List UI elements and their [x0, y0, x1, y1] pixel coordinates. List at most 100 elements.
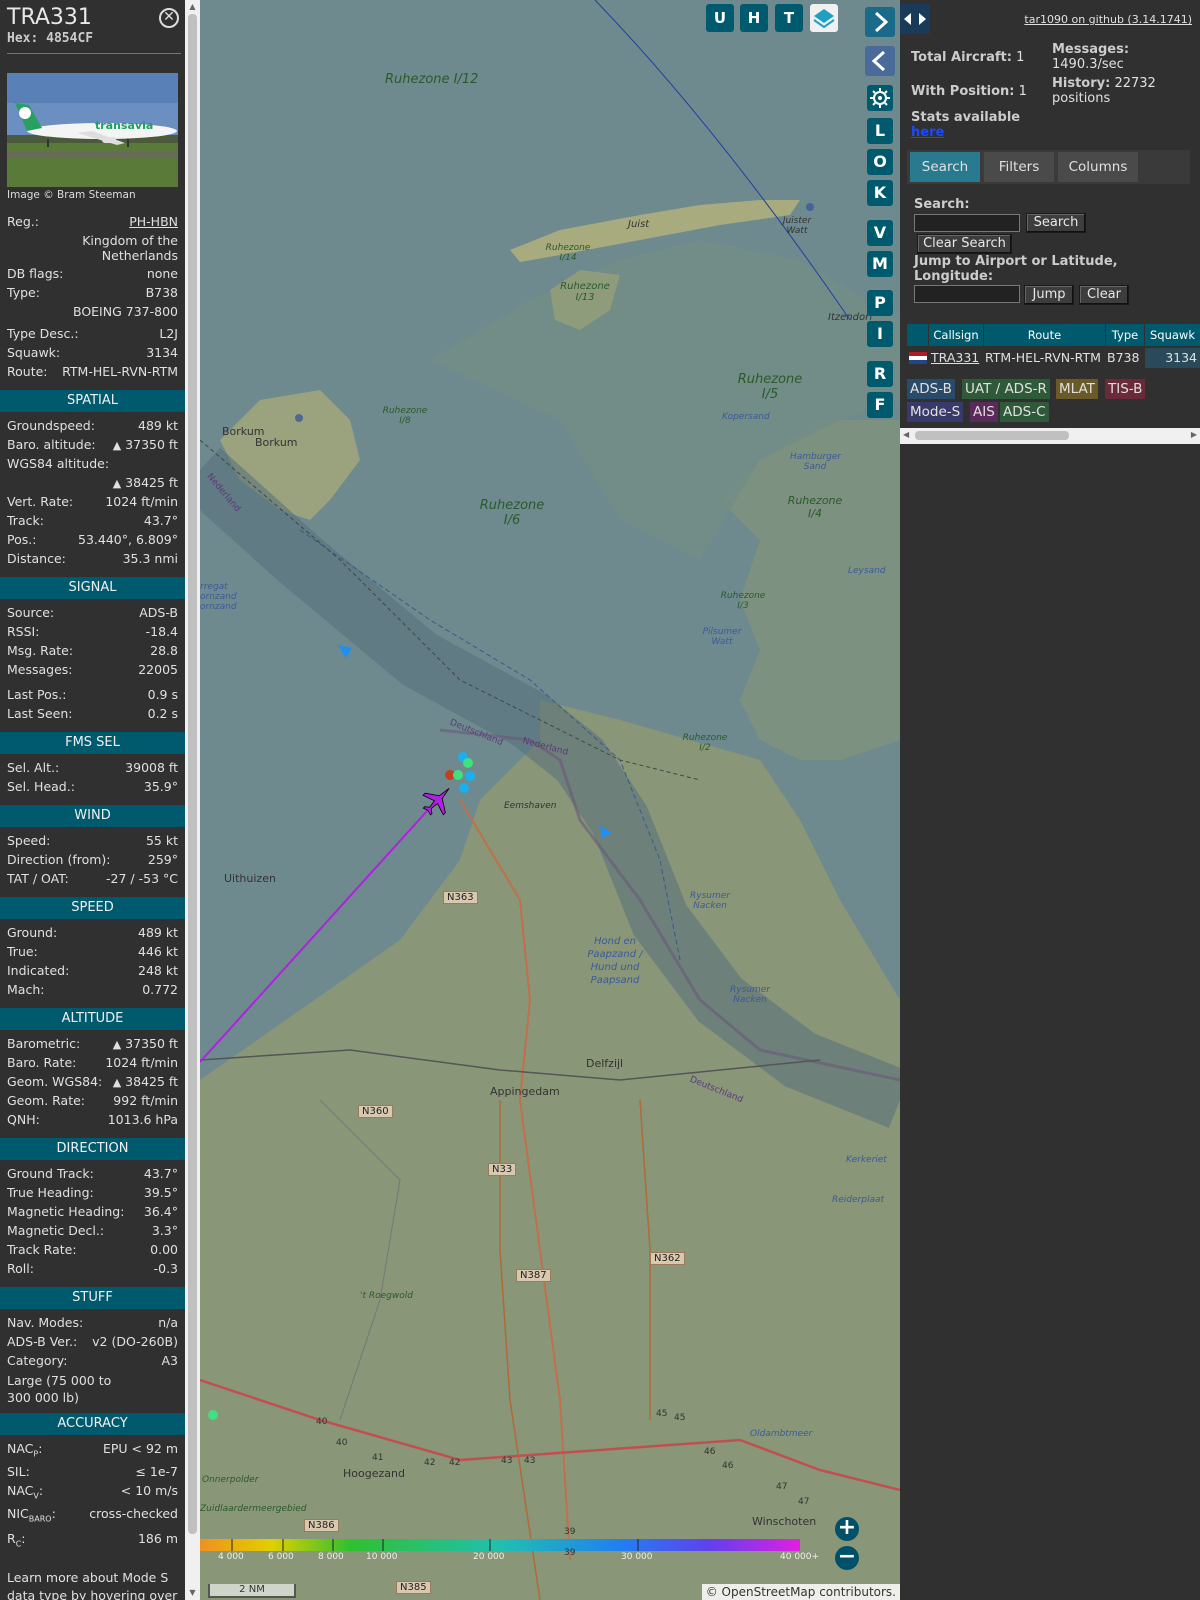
search-button[interactable]: Search: [1026, 213, 1086, 233]
scroll-up-icon[interactable]: ▲: [188, 2, 197, 11]
search-input[interactable]: [914, 214, 1020, 232]
map-label: Borkum: [255, 436, 298, 449]
settings-gear-icon[interactable]: [867, 85, 893, 111]
total-aircraft: Total Aircraft: 1: [911, 50, 1025, 65]
fms-row: Sel. Alt.: 39008 ft: [7, 760, 178, 775]
with-position: With Position: 1: [911, 84, 1027, 99]
zoom-out-button[interactable]: −: [835, 1546, 859, 1570]
button-m[interactable]: M: [867, 251, 893, 277]
expand-right-icon[interactable]: [865, 7, 895, 37]
header-callsign[interactable]: Callsign: [929, 324, 983, 346]
section-spatial: SPATIAL: [0, 390, 185, 412]
climb-arrow-icon: ▲: [112, 1038, 122, 1051]
zoom-in-button[interactable]: +: [835, 1517, 859, 1541]
divider: [7, 53, 181, 54]
layers-icon[interactable]: [810, 4, 838, 32]
km-marker: 40: [336, 1438, 348, 1448]
stuff-row: Category: A3: [7, 1353, 178, 1368]
altitude-color-legend: [200, 1539, 800, 1551]
button-v[interactable]: V: [867, 220, 893, 246]
km-marker: 42: [449, 1458, 461, 1468]
km-marker: 42: [424, 1458, 436, 1468]
km-marker: 47: [798, 1497, 810, 1507]
type-row: Type: B738: [7, 285, 178, 300]
map-label: Winschoten: [752, 1515, 817, 1528]
scroll-thumb[interactable]: [188, 14, 197, 1534]
direction-row: Ground Track: 43.7°: [7, 1166, 178, 1181]
source-modes: Mode-S: [907, 402, 964, 422]
scroll-down-icon[interactable]: ▼: [188, 1588, 197, 1597]
stats-link[interactable]: here: [911, 125, 944, 140]
pos-row: Pos.: 53.440°, 6.809°: [7, 532, 178, 547]
tab-search[interactable]: Search: [910, 152, 980, 182]
header-squawk[interactable]: Squawk: [1145, 324, 1200, 346]
map-view[interactable]: Ruhezone I/12 Ruhezone I/6 Ruhezone I/5 …: [200, 0, 900, 1600]
clear-search-button[interactable]: Clear Search: [917, 234, 1012, 254]
button-h[interactable]: H: [740, 4, 768, 32]
button-o[interactable]: O: [867, 149, 893, 175]
section-accuracy: ACCURACY: [0, 1413, 185, 1435]
aircraft-photo[interactable]: transavia: [7, 73, 178, 187]
info-scrollbar[interactable]: ▲ ▼: [185, 0, 200, 1600]
close-icon[interactable]: ✕: [159, 8, 179, 28]
track-row: Track: 43.7°: [7, 513, 178, 528]
scroll-right-icon[interactable]: ▶: [1191, 430, 1197, 439]
climb-arrow-icon: ▲: [112, 477, 122, 490]
map-attribution[interactable]: © OpenStreetMap contributors.: [701, 1584, 900, 1600]
button-k[interactable]: K: [867, 180, 893, 206]
stats-available: Stats available here: [911, 110, 1021, 140]
route-row: Route: RTM-HEL-RVN-RTM: [7, 364, 178, 379]
km-marker: 39: [564, 1548, 576, 1558]
wind-row: TAT / OAT: -27 / -53 °C: [7, 871, 178, 886]
toggle-sidebar-icon[interactable]: [900, 4, 930, 34]
map-label: Ruhezone I/13: [560, 281, 610, 303]
registration-link[interactable]: PH-HBN: [129, 214, 178, 229]
row-route: RTM-HEL-RVN-RTM: [985, 350, 1101, 365]
button-u[interactable]: U: [706, 4, 734, 32]
direction-row: Track Rate: 0.00: [7, 1242, 178, 1257]
row-callsign-link[interactable]: TRA331: [931, 348, 985, 368]
direction-row: Roll: -0.3: [7, 1261, 178, 1276]
road-label: N385: [396, 1581, 431, 1594]
github-link[interactable]: tar1090 on github (3.14.1741): [1024, 13, 1192, 26]
clear-button[interactable]: Clear: [1079, 285, 1129, 305]
map-label: Pilsumer Watt: [702, 627, 742, 647]
km-marker: 41: [372, 1453, 384, 1463]
scroll-left-icon[interactable]: ◀: [903, 430, 909, 439]
type-full-row: BOEING 737-800: [72, 304, 178, 319]
direction-row: Magnetic Heading: 36.4°: [7, 1204, 178, 1219]
map-label: Onnerpolder: [202, 1475, 259, 1485]
stuff-row: ADS-B Ver.: v2 (DO-260B): [7, 1334, 178, 1349]
signal-row: Messages: 22005: [7, 662, 178, 677]
row-type: B738: [1107, 350, 1140, 365]
map-scale: 2 NM: [208, 1584, 296, 1598]
nl-flag-icon: [909, 348, 928, 368]
header-route[interactable]: Route: [984, 324, 1105, 346]
map-label: Zuidlaardermeergebied: [200, 1504, 307, 1514]
button-r[interactable]: R: [867, 361, 893, 387]
distance-row: Distance: 35.3 nmi: [7, 551, 178, 566]
jump-input[interactable]: [914, 285, 1020, 303]
map-label: Ruhezone I/5: [737, 372, 803, 402]
h-scroll-thumb[interactable]: [915, 431, 1069, 440]
source-uat: UAT / ADS-R: [962, 379, 1050, 399]
photo-credit: Image © Bram Steeman: [7, 189, 136, 201]
button-l[interactable]: L: [867, 118, 893, 144]
tab-filters[interactable]: Filters: [984, 152, 1054, 182]
button-f[interactable]: F: [867, 392, 893, 418]
altitude-row: QNH: 1013.6 hPa: [7, 1112, 178, 1127]
button-i[interactable]: I: [867, 321, 893, 347]
table-h-scrollbar[interactable]: ◀ ▶: [900, 428, 1200, 444]
header-type[interactable]: Type: [1106, 324, 1144, 346]
signal-row: Msg. Rate: 28.8: [7, 643, 178, 658]
button-t[interactable]: T: [775, 4, 803, 32]
map-label: Ruhezone I/12: [385, 72, 479, 87]
tab-columns[interactable]: Columns: [1058, 152, 1138, 182]
alt-legend-label: 20 000: [473, 1552, 505, 1562]
alt-legend-label: 4 000: [218, 1552, 244, 1562]
button-p[interactable]: P: [867, 290, 893, 316]
jump-button[interactable]: Jump: [1024, 285, 1074, 305]
collapse-left-icon[interactable]: [865, 46, 895, 76]
direction-row: Magnetic Decl.: 3.3°: [7, 1223, 178, 1238]
dbflags-row: DB flags: none: [7, 266, 178, 281]
